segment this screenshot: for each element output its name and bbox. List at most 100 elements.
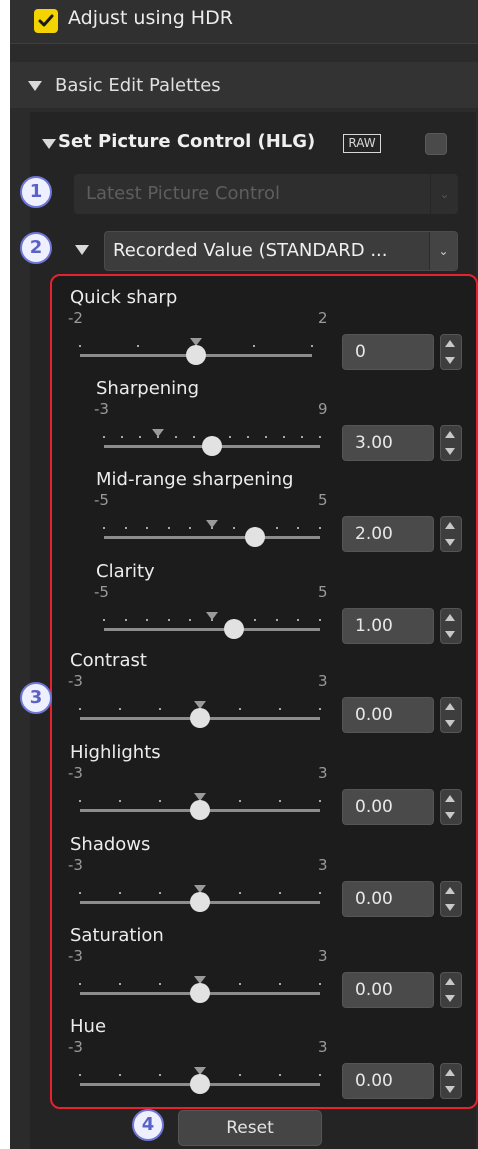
slider-label: Shadows xyxy=(70,834,151,855)
slider-tick xyxy=(119,892,121,894)
slider-tick xyxy=(319,708,321,710)
slider-tick xyxy=(79,800,81,802)
slider-value-field[interactable]: 0.00 xyxy=(342,697,434,733)
slider-spinner[interactable] xyxy=(440,881,462,917)
slider-tick xyxy=(159,1074,161,1076)
slider-tick xyxy=(253,345,255,347)
raw-badge: RAW xyxy=(343,134,381,153)
slider-max-label: 3 xyxy=(318,947,328,965)
slider-value-field[interactable]: 0.00 xyxy=(342,972,434,1008)
slider-tick xyxy=(247,436,249,438)
chevron-down-icon: ⌄ xyxy=(430,174,458,214)
set-picture-control-expand-icon[interactable] xyxy=(42,139,56,149)
adjust-hdr-row: Adjust using HDR xyxy=(10,0,478,44)
slider-track[interactable] xyxy=(104,628,320,631)
slider-spinner[interactable] xyxy=(440,334,462,370)
slider-thumb[interactable] xyxy=(190,892,210,912)
adjust-hdr-checkbox[interactable] xyxy=(34,9,58,33)
slider-tick xyxy=(121,436,123,438)
slider-tick xyxy=(79,345,81,347)
slider-tick xyxy=(159,708,161,710)
slider-tick xyxy=(175,436,177,438)
slider-value-field[interactable]: 0 xyxy=(342,334,434,370)
slider-value-field[interactable]: 2.00 xyxy=(342,516,434,552)
slider-value-field[interactable]: 0.00 xyxy=(342,881,434,917)
slider-tick xyxy=(159,892,161,894)
recorded-value-expand-icon[interactable] xyxy=(75,245,89,255)
slider-default-marker xyxy=(206,520,218,528)
slider-spinner[interactable] xyxy=(440,425,462,461)
checkmark-icon xyxy=(38,14,54,27)
slider-tick xyxy=(167,619,170,621)
slider-tick xyxy=(265,436,267,438)
slider-label: Hue xyxy=(70,1016,107,1037)
reset-button[interactable]: Reset xyxy=(178,1110,322,1146)
slider-tick xyxy=(146,619,149,621)
slider-tick xyxy=(229,436,231,438)
slider-tick xyxy=(124,619,127,621)
set-picture-control-title: Set Picture Control (HLG) xyxy=(58,131,316,152)
slider-thumb[interactable] xyxy=(190,708,210,728)
slider-tick xyxy=(279,1074,281,1076)
slider-tick xyxy=(279,892,281,894)
slider-tick xyxy=(119,708,121,710)
slider-max-label: 5 xyxy=(318,491,328,509)
slider-label: Contrast xyxy=(70,650,147,671)
slider-tick xyxy=(275,619,278,621)
slider-value-field[interactable]: 0.00 xyxy=(342,789,434,825)
slider-thumb[interactable] xyxy=(190,983,210,1003)
slider-value-field[interactable]: 3.00 xyxy=(342,425,434,461)
slider-spinner[interactable] xyxy=(440,697,462,733)
slider-tick xyxy=(119,800,121,802)
slider-max-label: 9 xyxy=(318,400,328,418)
picture-control-dropdown: Latest Picture Control ⌄ xyxy=(74,174,458,214)
slider-tick xyxy=(189,619,192,621)
slider-label: Highlights xyxy=(70,742,161,763)
slider-min-label: -2 xyxy=(68,309,83,327)
slider-max-label: 3 xyxy=(318,764,328,782)
slider-spinner[interactable] xyxy=(440,972,462,1008)
slider-label: Sharpening xyxy=(96,378,200,399)
slider-value-field[interactable]: 0.00 xyxy=(342,1063,434,1099)
slider-track[interactable] xyxy=(104,536,320,539)
slider-tick xyxy=(283,436,285,438)
slider-min-label: -3 xyxy=(68,764,83,782)
set-picture-control-checkbox[interactable] xyxy=(425,133,447,155)
slider-min-label: -5 xyxy=(94,583,109,601)
slider-tick xyxy=(279,983,281,985)
callout-3: 3 xyxy=(20,682,52,714)
slider-tick xyxy=(319,527,321,529)
chevron-down-icon[interactable]: ⌄ xyxy=(429,232,457,270)
slider-tick xyxy=(103,527,105,529)
slider-tick xyxy=(167,527,170,529)
slider-spinner[interactable] xyxy=(440,516,462,552)
slider-spinner[interactable] xyxy=(440,789,462,825)
slider-max-label: 3 xyxy=(318,672,328,690)
slider-tick xyxy=(239,708,241,710)
slider-tick xyxy=(159,983,161,985)
slider-thumb[interactable] xyxy=(223,619,244,639)
slider-min-label: -3 xyxy=(68,856,83,874)
slider-tick xyxy=(146,527,149,529)
slider-thumb[interactable] xyxy=(202,436,222,456)
slider-tick xyxy=(79,983,81,985)
slider-tick xyxy=(239,800,241,802)
slider-thumb[interactable] xyxy=(190,1074,210,1094)
slider-tick xyxy=(139,436,141,438)
slider-tick xyxy=(311,345,313,347)
basic-edit-palettes-header[interactable]: Basic Edit Palettes xyxy=(10,62,478,108)
expand-triangle-icon xyxy=(28,81,42,91)
slider-value-field[interactable]: 1.00 xyxy=(342,608,434,644)
slider-tick xyxy=(79,708,81,710)
slider-tick xyxy=(119,1074,121,1076)
slider-thumb[interactable] xyxy=(186,345,206,365)
slider-spinner[interactable] xyxy=(440,1063,462,1099)
slider-label: Clarity xyxy=(96,561,155,582)
basic-edit-palettes-label: Basic Edit Palettes xyxy=(55,75,221,96)
slider-tick xyxy=(297,619,300,621)
slider-max-label: 3 xyxy=(318,1038,328,1056)
slider-thumb[interactable] xyxy=(190,800,210,820)
slider-spinner[interactable] xyxy=(440,608,462,644)
slider-min-label: -3 xyxy=(68,947,83,965)
recorded-value-dropdown[interactable]: Recorded Value (STANDARD ... ⌄ xyxy=(104,231,458,271)
